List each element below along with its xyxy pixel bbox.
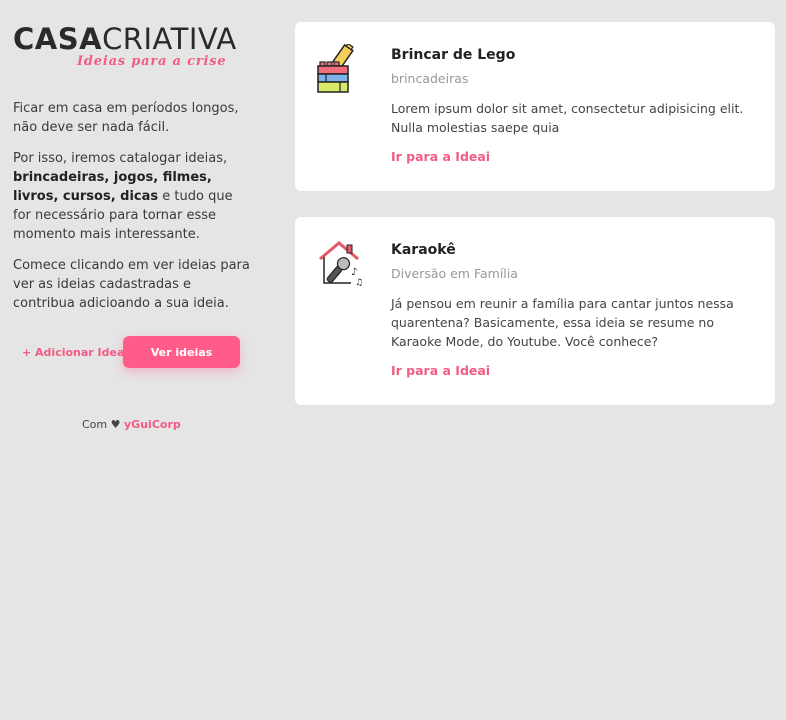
logo-part-bold: CASA (13, 22, 103, 56)
idea-card-body: Brincar de Lego brincadeiras Lorem ipsum… (391, 46, 761, 165)
idea-card: ♪ ♫ Karaokê Diversão em Família Já penso… (295, 217, 775, 405)
footer-prefix: Com (82, 418, 108, 431)
go-to-idea-link[interactable]: Ir para a Ideai (391, 149, 490, 164)
go-to-idea-link[interactable]: Ir para a Ideai (391, 363, 490, 378)
karaoke-icon: ♪ ♫ (317, 239, 363, 291)
intro-paragraph-2: Por isso, iremos catalogar ideias, brinc… (13, 149, 253, 244)
logo-part-light: CRIATIVA (102, 22, 237, 56)
idea-title: Brincar de Lego (391, 47, 516, 63)
heart-icon: ♥ (110, 418, 121, 431)
intro-p2-prefix: Por isso, iremos catalogar ideias, (13, 151, 228, 166)
logo-tagline: Ideias para a crise (77, 54, 227, 69)
idea-card: Brincar de Lego brincadeiras Lorem ipsum… (295, 22, 775, 191)
idea-description: Já pensou em reunir a família para canta… (391, 296, 734, 349)
sidebar-actions: + Adicionar Ideai Ver ideias (22, 336, 252, 368)
footer-credit: Com ♥ yGuiCorp (82, 418, 181, 431)
intro-paragraph-3: Comece clicando em ver ideias para ver a… (13, 258, 250, 311)
view-ideas-button[interactable]: Ver ideias (123, 336, 240, 368)
add-idea-link[interactable]: + Adicionar Ideai (22, 346, 128, 359)
idea-category: brincadeiras (391, 71, 469, 86)
idea-description: Lorem ipsum dolor sit amet, consectetur … (391, 101, 744, 135)
intro-paragraph-1: Ficar em casa em períodos longos, não de… (13, 101, 239, 135)
footer-author-link[interactable]: yGuiCorp (124, 418, 181, 431)
logo[interactable]: CASACRIATIVA Ideias para a crise (13, 24, 253, 69)
intro-text: Ficar em casa em períodos longos, não de… (13, 99, 253, 325)
svg-text:♪: ♪ (351, 267, 357, 278)
idea-title: Karaokê (391, 242, 456, 258)
idea-category: Diversão em Família (391, 266, 518, 281)
lego-icon (317, 42, 357, 96)
svg-text:♫: ♫ (355, 278, 363, 288)
logo-wordmark: CASACRIATIVA (13, 24, 253, 54)
idea-card-body: Karaokê Diversão em Família Já pensou em… (391, 241, 761, 379)
sidebar: CASACRIATIVA Ideias para a crise Ficar e… (0, 0, 270, 720)
